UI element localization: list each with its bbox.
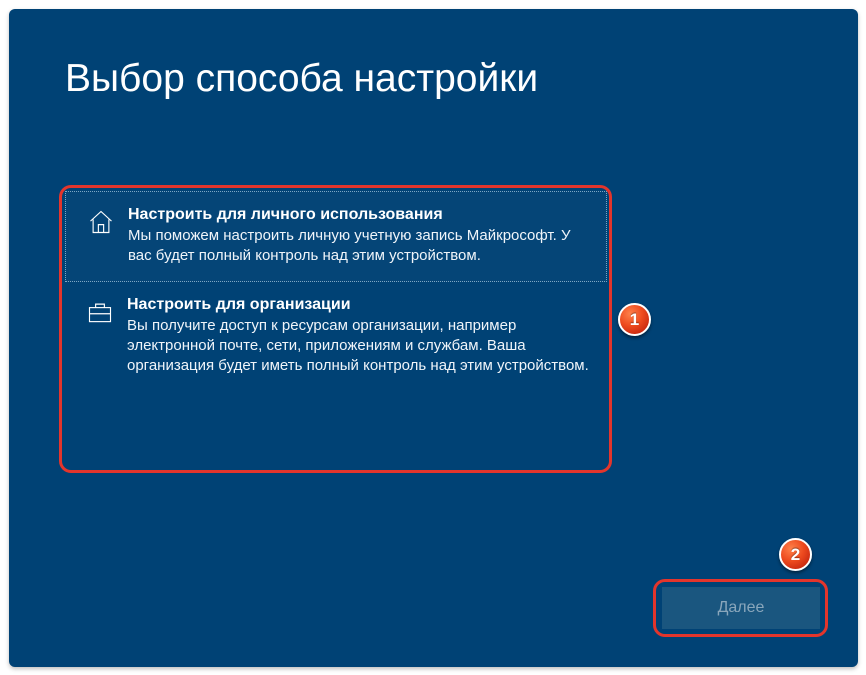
annotation-badge-2: 2	[779, 538, 812, 571]
option-personal-desc: Мы поможем настроить личную учетную запи…	[128, 226, 588, 267]
setup-options: Настроить для личного использования Мы п…	[65, 191, 607, 390]
next-button[interactable]: Далее	[662, 587, 820, 629]
option-organization-desc: Вы получите доступ к ресурсам организаци…	[127, 316, 589, 377]
option-personal-title: Настроить для личного использования	[128, 206, 588, 224]
page-title: Выбор способа настройки	[65, 57, 538, 101]
option-organization-text: Настроить для организации Вы получите до…	[121, 296, 589, 377]
briefcase-icon	[79, 296, 121, 326]
home-icon	[80, 206, 122, 236]
option-organization[interactable]: Настроить для организации Вы получите до…	[65, 282, 607, 391]
annotation-badge-1: 1	[618, 303, 651, 336]
option-personal[interactable]: Настроить для личного использования Мы п…	[65, 191, 607, 282]
option-personal-text: Настроить для личного использования Мы п…	[122, 206, 588, 267]
setup-screen: Выбор способа настройки Настроить для ли…	[9, 9, 858, 667]
option-organization-title: Настроить для организации	[127, 296, 589, 314]
